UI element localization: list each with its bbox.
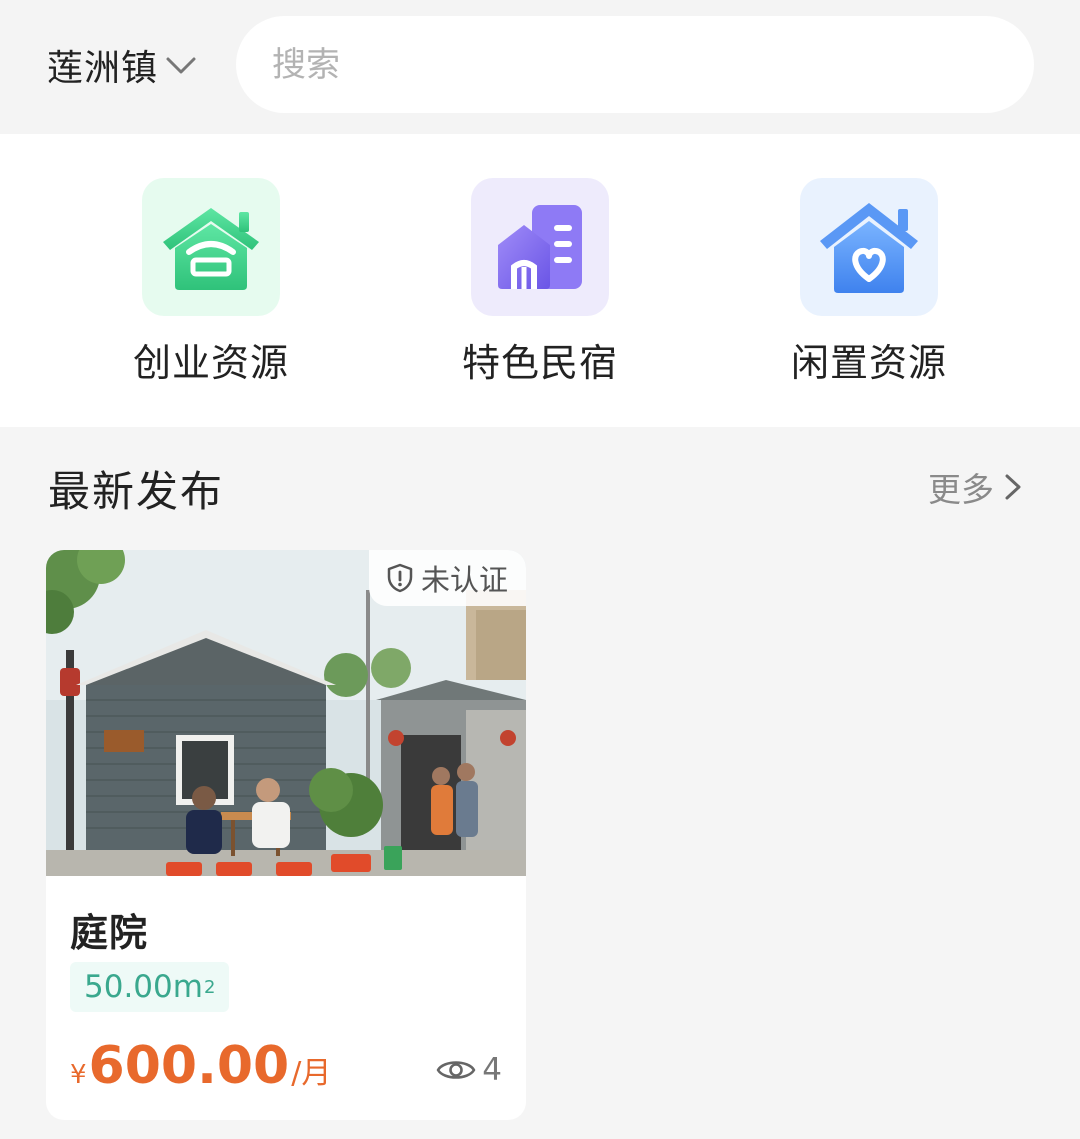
section-title: 最新发布 (48, 467, 225, 516)
unverified-badge: 未认证 (368, 550, 526, 606)
price-currency: ¥ (70, 1060, 87, 1090)
category-label: 闲置资源 (790, 341, 947, 385)
category-startup-resources[interactable]: 创业资源 (96, 178, 326, 388)
search-bar[interactable] (236, 16, 1034, 113)
category-label: 特色民宿 (461, 341, 618, 385)
startup-house-icon (142, 178, 280, 316)
area-value: 50.00m (84, 969, 203, 1005)
price-value: 600.00 (88, 1036, 290, 1096)
eye-icon (436, 1061, 476, 1079)
chevron-right-icon (1005, 474, 1021, 500)
category-idle-resources[interactable]: 闲置资源 (754, 178, 984, 388)
price-unit: /月 (291, 1056, 332, 1091)
location-label: 莲洲镇 (47, 48, 159, 89)
shield-icon (387, 563, 413, 593)
chevron-down-icon (166, 57, 196, 74)
listing-card[interactable]: 未认证 庭院 50.00m 2 ¥ 600.00 /月 4 (46, 550, 526, 1120)
listing-title: 庭院 (70, 911, 149, 955)
category-featured-homestay[interactable]: 特色民宿 (425, 178, 655, 388)
homestay-building-icon (471, 178, 609, 316)
category-panel: 创业资源 特色民宿 闲置资源 (0, 134, 1080, 427)
category-label: 创业资源 (132, 341, 289, 385)
area-unit-superscript: 2 (203, 976, 216, 998)
views-count: 4 (482, 1052, 502, 1088)
more-label: 更多 (928, 470, 994, 509)
view-count: 4 (436, 1052, 502, 1088)
badge-label: 未认证 (420, 563, 508, 597)
listing-price: ¥ 600.00 /月 (70, 1036, 331, 1096)
location-selector[interactable]: 莲洲镇 (47, 38, 198, 92)
more-link[interactable]: 更多 (928, 464, 1024, 510)
heart-house-icon (800, 178, 938, 316)
top-bar: 莲洲镇 (0, 0, 1080, 134)
search-input[interactable] (272, 44, 972, 85)
area-tag: 50.00m 2 (70, 962, 230, 1012)
